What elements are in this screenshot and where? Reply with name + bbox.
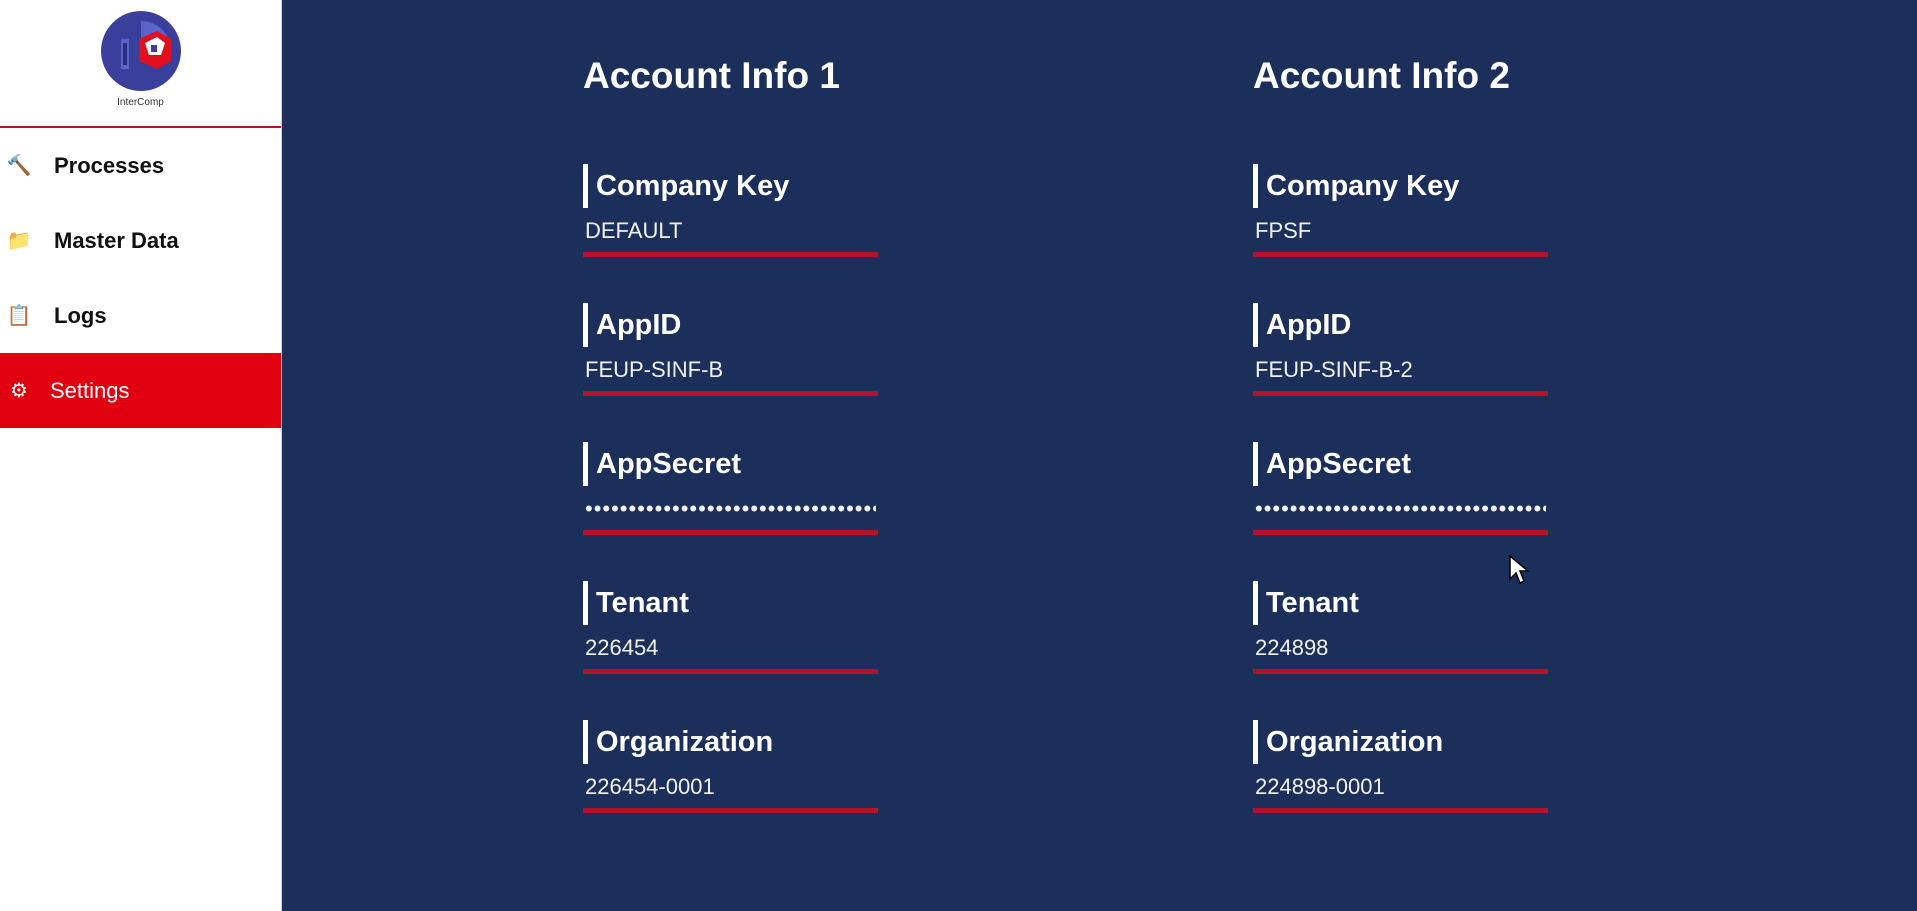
sidebar-item-label: Master Data — [54, 227, 179, 253]
field-label: AppID — [583, 303, 903, 347]
field-label: Company Key — [583, 164, 903, 208]
tenant-field: Tenant — [583, 581, 903, 720]
organization-field: Organization — [1253, 720, 1573, 859]
gear-icon: ⚙ — [10, 380, 28, 402]
hammer-icon: 🔨 — [6, 155, 32, 177]
sidebar-item-label: Logs — [54, 302, 107, 328]
tenant-input[interactable] — [1253, 631, 1548, 674]
sidebar-item-processes[interactable]: 🔨 Processes — [0, 128, 281, 203]
settings-main: Account Info 1 Company Key AppID AppSecr… — [283, 0, 1917, 911]
sidebar-item-master-data[interactable]: 📁 Master Data — [0, 203, 281, 278]
organization-field: Organization — [583, 720, 903, 859]
sidebar-item-label: Processes — [54, 152, 165, 178]
company-key-input[interactable] — [1253, 214, 1548, 257]
sidebar-nav: 🔨 Processes 📁 Master Data 📋 Logs ⚙ Setti… — [0, 128, 281, 428]
tenant-field: Tenant — [1253, 581, 1573, 720]
field-label: Tenant — [583, 581, 903, 625]
tenant-input[interactable] — [583, 631, 878, 674]
app-id-field: AppID — [1253, 303, 1573, 442]
app-id-field: AppID — [583, 303, 903, 442]
field-label: Organization — [583, 720, 903, 764]
folder-icon: 📁 — [6, 230, 32, 252]
company-key-field: Company Key — [1253, 164, 1573, 303]
field-label: AppSecret — [583, 442, 903, 486]
field-label: AppSecret — [1253, 442, 1573, 486]
intercomp-logo-icon — [100, 11, 181, 91]
app-secret-input[interactable] — [1253, 492, 1548, 535]
mouse-pointer-icon — [1509, 555, 1530, 585]
sidebar-item-logs[interactable]: 📋 Logs — [0, 278, 281, 353]
clipboard-icon: 📋 — [6, 305, 32, 327]
account-title: Account Info 1 — [583, 55, 840, 96]
sidebar: InterComp 🔨 Processes 📁 Master Data 📋 Lo… — [0, 0, 282, 911]
account-title: Account Info 2 — [1253, 55, 1510, 96]
logo-text: InterComp — [117, 97, 164, 108]
company-key-field: Company Key — [583, 164, 903, 303]
account-info-2: Account Info 2 Company Key AppID AppSecr… — [1253, 52, 1573, 859]
organization-input[interactable] — [1253, 770, 1548, 813]
app-secret-field: AppSecret — [583, 442, 903, 581]
app-id-input[interactable] — [1253, 353, 1548, 396]
account-info-1: Account Info 1 Company Key AppID AppSecr… — [583, 52, 903, 859]
logo-area: InterComp — [0, 0, 281, 128]
organization-input[interactable] — [583, 770, 878, 813]
field-label: Company Key — [1253, 164, 1573, 208]
app-secret-input[interactable] — [583, 492, 878, 535]
sidebar-item-label: Settings — [50, 377, 130, 403]
app-id-input[interactable] — [583, 353, 878, 396]
field-label: Tenant — [1253, 581, 1573, 625]
sidebar-item-settings[interactable]: ⚙ Settings — [0, 353, 281, 428]
field-label: Organization — [1253, 720, 1573, 764]
field-label: AppID — [1253, 303, 1573, 347]
company-key-input[interactable] — [583, 214, 878, 257]
